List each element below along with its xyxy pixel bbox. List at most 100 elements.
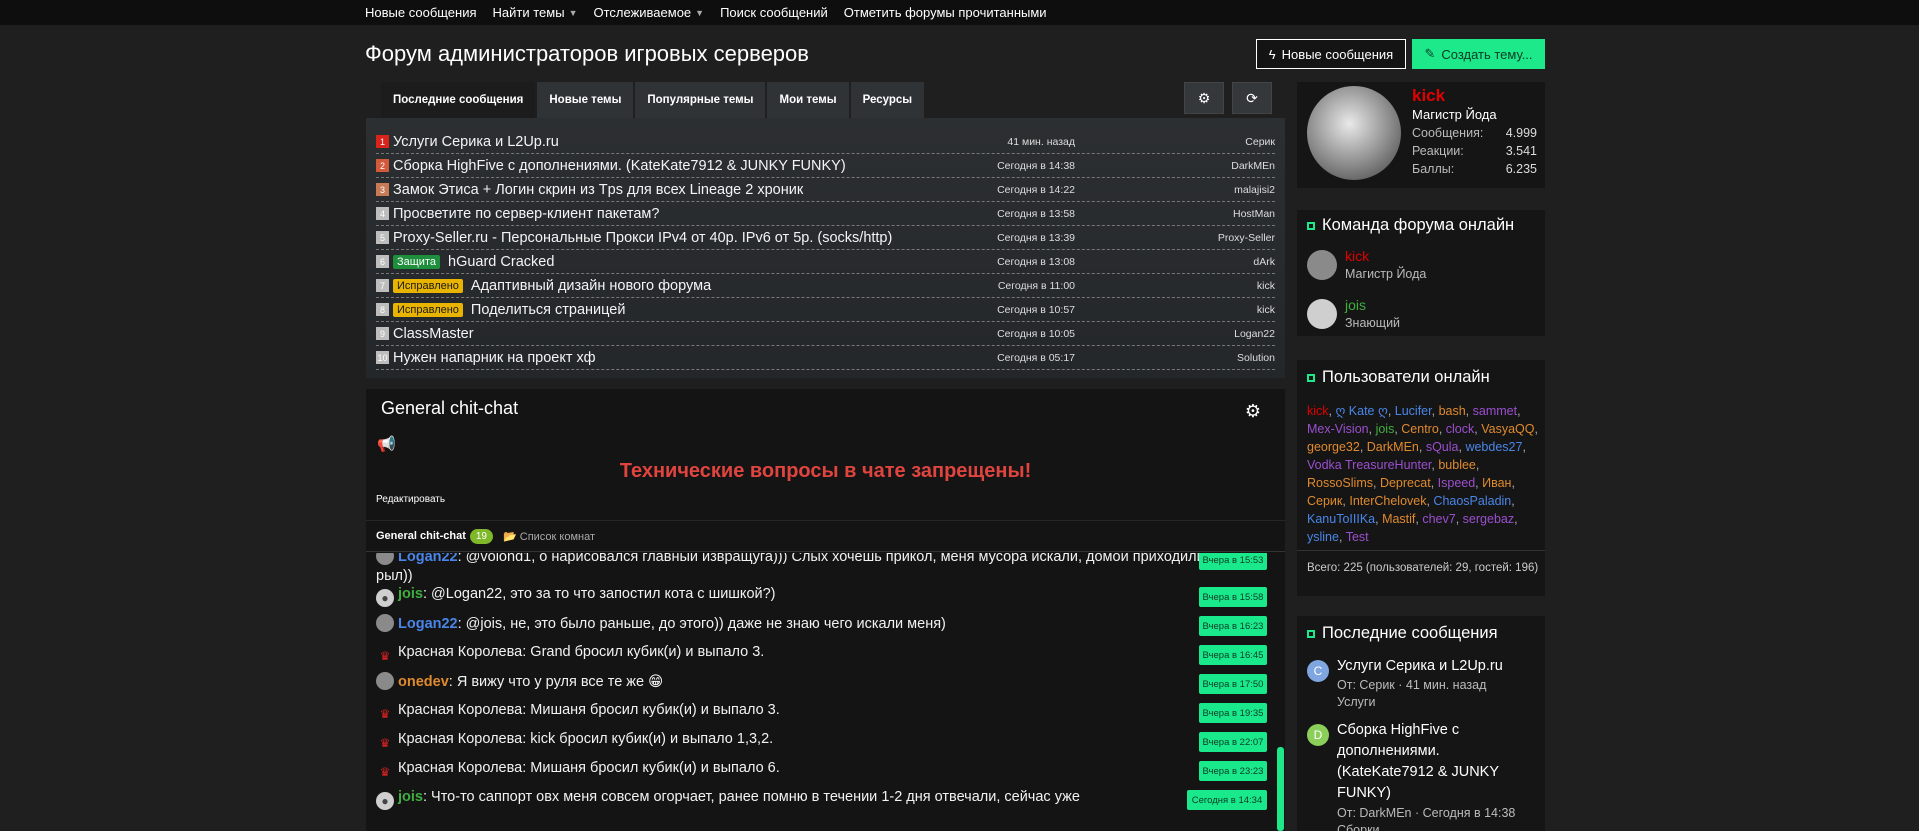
online-user[interactable]: DarkMEn [1367, 440, 1419, 454]
topic-title[interactable]: Просветите по сервер-клиент пакетам? [393, 206, 935, 222]
avatar[interactable] [376, 553, 394, 565]
staff-member[interactable]: kick Магистр Йода [1307, 248, 1537, 284]
topnav-item[interactable]: Поиск сообщений [720, 5, 828, 20]
topic-user[interactable]: Серик [1135, 136, 1275, 148]
latest-post-title[interactable]: Услуги Серика и L2Up.ru [1337, 656, 1537, 677]
online-user[interactable]: sammet [1473, 404, 1517, 418]
tab-0[interactable]: Последние сообщения [381, 82, 536, 118]
avatar[interactable] [1307, 299, 1337, 329]
topic-row[interactable]: 7 Исправлено Адаптивный дизайн нового фору… [376, 274, 1275, 298]
staff-name[interactable]: kick [1345, 248, 1369, 264]
online-user[interactable]: InterChelovek [1349, 494, 1426, 508]
online-user[interactable]: ღ Kate ღ [1335, 404, 1387, 418]
chat-scrollbar[interactable] [1277, 747, 1284, 831]
refresh-button[interactable]: ⟳ [1232, 82, 1272, 114]
online-user[interactable]: chev7 [1422, 512, 1455, 526]
topic-user[interactable]: kick [1135, 280, 1275, 292]
topic-title[interactable]: Proxy-Seller.ru - Персональные Прокси IP… [393, 230, 935, 246]
online-user[interactable]: VasyaQQ [1481, 422, 1534, 436]
topic-title[interactable]: Сборка HighFive с дополнениями. (KateKat… [393, 158, 935, 174]
topic-row[interactable]: 4 Просветите по сервер-клиент пакетам? Сег… [376, 202, 1275, 226]
online-user[interactable]: kick [1307, 404, 1329, 418]
topic-row[interactable]: 1 Услуги Серика и L2Up.ru 41 мин. назад Сер… [376, 130, 1275, 154]
chat-username[interactable]: onedev [398, 674, 449, 690]
topic-row[interactable]: 2 Сборка HighFive с дополнениями. (KateKa… [376, 154, 1275, 178]
online-user[interactable]: Иван [1482, 476, 1511, 490]
queen-icon[interactable]: ♛ [376, 734, 394, 752]
online-user[interactable]: RossoSlims [1307, 476, 1373, 490]
online-user[interactable]: Centro [1401, 422, 1439, 436]
topic-title[interactable]: Защита hGuard Cracked [393, 254, 935, 270]
topic-row[interactable]: 5 Proxy-Seller.ru - Персональные Прокси I… [376, 226, 1275, 250]
settings-button[interactable]: ⚙ [1184, 82, 1224, 114]
online-user[interactable]: Серик [1307, 494, 1342, 508]
online-user[interactable]: bublee [1438, 458, 1476, 472]
topic-user[interactable]: Logan22 [1135, 328, 1275, 340]
topic-title[interactable]: Услуги Серика и L2Up.ru [393, 134, 935, 150]
online-user[interactable]: Lucifer [1395, 404, 1432, 418]
online-user[interactable]: Ispeed [1438, 476, 1476, 490]
topic-user[interactable]: Solution [1135, 352, 1275, 364]
online-user[interactable]: jois [1376, 422, 1395, 436]
topic-title[interactable]: Замок Этиса + Логин скрин из Tps для все… [393, 182, 935, 198]
avatar[interactable]: ● [376, 792, 394, 810]
online-user[interactable]: Mastif [1382, 512, 1415, 526]
chat-username[interactable]: Logan22 [398, 616, 458, 632]
topic-title[interactable]: ClassMaster [393, 326, 935, 342]
online-user[interactable]: bash [1439, 404, 1466, 418]
online-user[interactable]: Mex-Vision [1307, 422, 1369, 436]
topic-title[interactable]: Исправлено Адаптивный дизайн нового форум… [393, 278, 935, 294]
room-name[interactable]: General chit-chat [376, 530, 466, 542]
online-user[interactable]: sQula [1426, 440, 1459, 454]
online-user[interactable]: george32 [1307, 440, 1360, 454]
online-user[interactable]: KanuToIIIKa [1307, 512, 1375, 526]
tab-1[interactable]: Новые темы [537, 82, 634, 118]
new-messages-button[interactable]: ϟ Новые сообщения [1256, 39, 1406, 69]
topic-user[interactable]: DarkMEn [1135, 160, 1275, 172]
topic-title[interactable]: Исправлено Поделиться страницей [393, 302, 935, 318]
room-list-link[interactable]: 📂 Список комнат [503, 530, 595, 543]
topic-row[interactable]: 6 Защита hGuard Cracked Сегодня в 13:08 dArk [376, 250, 1275, 274]
topic-user[interactable]: HostMan [1135, 208, 1275, 220]
topnav-item[interactable]: Найти темы ▼ [493, 5, 578, 20]
latest-post-forum[interactable]: Сборки [1337, 822, 1537, 831]
topic-title[interactable]: Нужен напарник на проект хф [393, 350, 935, 366]
topic-user[interactable]: kick [1135, 304, 1275, 316]
chat-username[interactable]: jois [398, 789, 423, 805]
online-user[interactable]: Deprecat [1380, 476, 1431, 490]
staff-name[interactable]: jois [1345, 297, 1366, 313]
create-topic-button[interactable]: ✎ Создать тему... [1412, 39, 1545, 69]
staff-member[interactable]: jois Знающий [1307, 297, 1537, 333]
latest-post-forum[interactable]: Услуги [1337, 694, 1537, 711]
chat-username[interactable]: Logan22 [398, 553, 458, 565]
online-user[interactable]: Vodka TreasureHunter [1307, 458, 1431, 472]
topic-row[interactable]: 8 Исправлено Поделиться страницей Сегодня в… [376, 298, 1275, 322]
avatar[interactable]: ● [376, 589, 394, 607]
topnav-item[interactable]: Отслеживаемое ▼ [593, 5, 704, 20]
tab-2[interactable]: Популярные темы [635, 82, 766, 118]
chat-username[interactable]: jois [398, 586, 423, 602]
avatar[interactable] [376, 672, 394, 690]
topic-row[interactable]: 10 Нужен напарник на проект хф Сегодня в 0… [376, 346, 1275, 370]
queen-icon[interactable]: ♛ [376, 705, 394, 723]
topic-row[interactable]: 9 ClassMaster Сегодня в 10:05 Logan22 [376, 322, 1275, 346]
avatar[interactable] [1307, 86, 1401, 180]
online-user[interactable]: sergebaz [1463, 512, 1514, 526]
profile-name[interactable]: kick [1412, 86, 1445, 106]
avatar[interactable] [1307, 250, 1337, 280]
avatar[interactable]: С [1307, 660, 1329, 682]
topnav-item[interactable]: Новые сообщения [365, 5, 477, 20]
tab-4[interactable]: Ресурсы [850, 82, 925, 118]
topic-user[interactable]: malajisi2 [1135, 184, 1275, 196]
chat-settings-icon[interactable]: ⚙ [1245, 401, 1261, 422]
topic-user[interactable]: Proxy-Seller [1135, 232, 1275, 244]
online-user[interactable]: ChaosPaladin [1433, 494, 1511, 508]
online-user[interactable]: clock [1446, 422, 1474, 436]
avatar[interactable] [376, 614, 394, 632]
topnav-item[interactable]: Отметить форумы прочитанными [844, 5, 1047, 20]
online-user[interactable]: ysline [1307, 530, 1339, 544]
queen-icon[interactable]: ♛ [376, 763, 394, 781]
tab-3[interactable]: Мои темы [767, 82, 849, 118]
queen-icon[interactable]: ♛ [376, 647, 394, 665]
online-user[interactable]: Test [1346, 530, 1369, 544]
